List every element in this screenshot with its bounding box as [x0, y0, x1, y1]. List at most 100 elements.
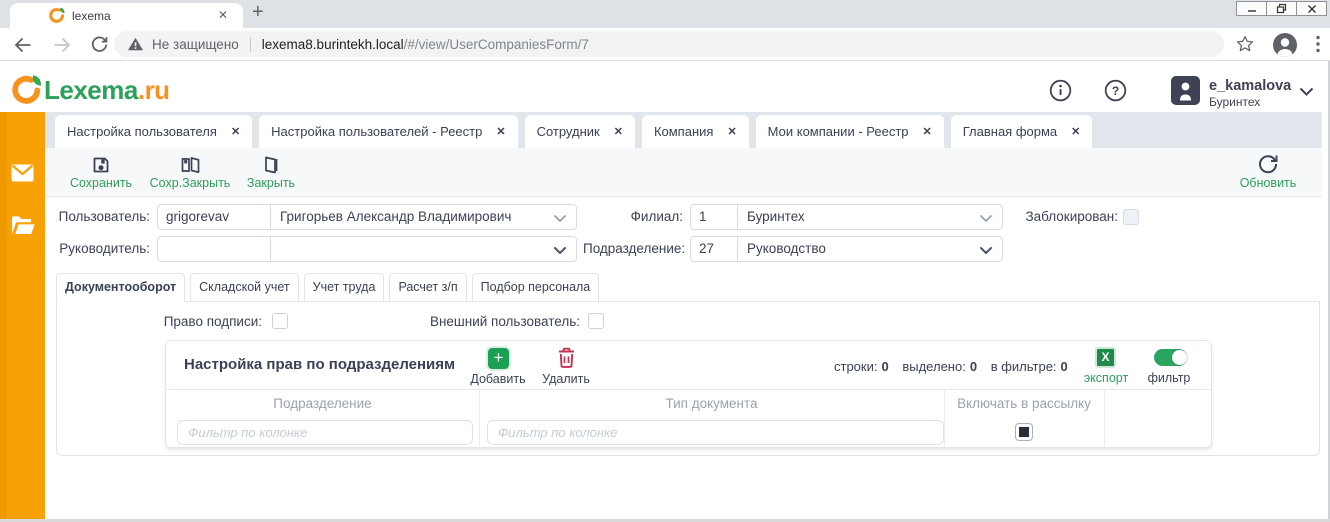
manager-field-group[interactable] [157, 236, 577, 262]
tab-close-icon[interactable]: ✕ [614, 125, 623, 138]
form-toolbar: Сохранить Сохр.Закрыть Закрыть Обновить [45, 148, 1322, 197]
restore-button[interactable] [1266, 1, 1297, 16]
blocked-label: Заблокирован: [1020, 204, 1118, 230]
department-label: Подразделение: [583, 236, 683, 262]
app-tab-strip: Настройка пользователя✕ Настройка пользо… [45, 112, 1322, 148]
url-divider [250, 37, 251, 52]
back-icon[interactable] [13, 36, 33, 54]
browser-menu-icon[interactable] [1315, 35, 1321, 53]
security-label: Не защищено [152, 37, 239, 52]
save-close-icon [145, 153, 235, 175]
grid-title: Настройка прав по подразделениям [184, 341, 455, 389]
main-area: Настройка пользователя✕ Настройка пользо… [45, 112, 1322, 522]
browser-tab-strip: lexema ✕ + [0, 0, 1330, 28]
username[interactable]: e_kamalova [1209, 78, 1291, 94]
user-login-input[interactable]: grigorevav [158, 205, 271, 229]
user-menu-chevron-icon[interactable] [1299, 87, 1314, 96]
tab-close-icon[interactable]: ✕ [923, 125, 932, 138]
user-field-group[interactable]: grigorevav Григорьев Александр Владимиро… [157, 204, 577, 230]
close-button[interactable]: Закрыть [236, 153, 306, 190]
excel-export-icon[interactable]: X [1095, 347, 1116, 368]
browser-tab[interactable]: lexema ✕ [10, 3, 243, 28]
user-label: Пользователь: [45, 204, 150, 230]
departments-rights-grid: Настройка прав по подразделениям + Добав… [165, 340, 1212, 448]
tab-close-icon[interactable]: ✕ [727, 125, 736, 138]
forward-icon[interactable] [52, 36, 72, 54]
tab-users-registry[interactable]: Настройка пользователей - Реестр✕ [259, 115, 517, 148]
tab-close-icon[interactable]: ✕ [496, 125, 505, 138]
mail-icon[interactable] [11, 164, 34, 183]
subtab-docflow[interactable]: Документооборот [56, 273, 185, 302]
save-button[interactable]: Сохранить [61, 153, 141, 190]
bookmark-star-icon[interactable] [1236, 35, 1254, 53]
department-name-select[interactable]: Руководство [738, 237, 1002, 261]
app-header: Lexema.ru ? e_kamalova Буринтех [0, 61, 1330, 112]
browser-tab-title: lexema [72, 9, 111, 23]
minimize-button[interactable] [1236, 1, 1267, 16]
manager-login-input[interactable] [158, 237, 271, 261]
column-header-doctype[interactable]: Тип документа [479, 396, 944, 411]
subtab-labor[interactable]: Учет труда [304, 273, 385, 302]
not-secure-icon [127, 36, 144, 52]
chevron-down-icon[interactable] [980, 247, 992, 254]
filter-label: фильтр [1129, 371, 1209, 385]
tab-close-icon[interactable]: ✕ [231, 125, 240, 138]
filter-input-doctype[interactable] [487, 420, 944, 445]
subtab-strip: Документооборот Складской учет Учет труд… [56, 273, 604, 302]
url-path: /#/view/UserCompaniesForm/7 [404, 37, 589, 52]
delete-row-label[interactable]: Удалить [526, 372, 606, 386]
chevron-down-icon[interactable] [554, 215, 566, 222]
reload-icon[interactable] [90, 35, 109, 54]
chevron-down-icon[interactable] [980, 215, 992, 222]
help-icon[interactable]: ? [1104, 79, 1127, 102]
tab-employee[interactable]: Сотрудник✕ [525, 115, 635, 148]
url-field[interactable]: Не защищено lexema8.burintekh.local/#/vi… [114, 31, 1224, 57]
tab-company[interactable]: Компания✕ [642, 115, 749, 148]
delete-row-icon[interactable] [557, 347, 576, 369]
subtab-recruiting[interactable]: Подбор персонала [472, 273, 600, 302]
save-close-button[interactable]: Сохр.Закрыть [145, 153, 235, 190]
external-user-checkbox[interactable] [588, 313, 604, 329]
department-code-input[interactable]: 27 [691, 237, 738, 261]
column-header-mailing[interactable]: Включать в рассылку [944, 396, 1104, 411]
filter-input-department[interactable] [177, 420, 473, 445]
manager-fullname-select[interactable] [271, 237, 576, 261]
branch-field-group[interactable]: 1 Буринтех [690, 204, 1003, 230]
refresh-icon [1228, 153, 1308, 175]
lexema-logo[interactable]: Lexema.ru [10, 74, 170, 106]
tab-main-form[interactable]: Главная форма✕ [951, 115, 1093, 148]
filter-toggle[interactable] [1154, 349, 1187, 366]
column-header-department[interactable]: Подразделение [166, 396, 479, 411]
tab-user-settings[interactable]: Настройка пользователя✕ [55, 115, 252, 148]
refresh-button[interactable]: Обновить [1228, 153, 1308, 190]
mailing-checkbox[interactable] [1015, 423, 1033, 441]
blocked-checkbox[interactable] [1123, 209, 1139, 225]
manager-label: Руководитель: [45, 236, 150, 262]
browser-profile-icon[interactable] [1272, 32, 1298, 58]
branch-label: Филиал: [583, 204, 683, 230]
info-icon[interactable] [1049, 79, 1072, 102]
chevron-down-icon[interactable] [554, 247, 566, 254]
logo-wordmark: Lexema.ru [44, 75, 170, 106]
branch-code-input[interactable]: 1 [691, 205, 738, 229]
grid-counters: строки:0 выделено:0 в фильтре:0 [834, 359, 1068, 374]
sign-right-checkbox[interactable] [272, 313, 288, 329]
close-window-button[interactable] [1296, 1, 1327, 16]
tab-close-icon[interactable]: ✕ [1071, 125, 1080, 138]
form-content: Пользователь: grigorevav Григорьев Алекс… [45, 197, 1322, 521]
branch-name-select[interactable]: Буринтех [738, 205, 1002, 229]
browser-tab-close-icon[interactable]: ✕ [218, 8, 228, 22]
subtab-warehouse[interactable]: Складской учет [190, 273, 298, 302]
add-row-icon[interactable]: + [488, 348, 509, 369]
folder-icon[interactable] [11, 215, 35, 235]
filter-toggle-knob [1172, 350, 1187, 365]
new-tab-button[interactable]: + [252, 1, 264, 24]
user-fullname-select[interactable]: Григорьев Александр Владимирович [271, 205, 576, 229]
lexema-favicon [48, 7, 65, 24]
department-field-group[interactable]: 27 Руководство [690, 236, 1003, 262]
sidebar [0, 112, 45, 522]
subtab-payroll[interactable]: Расчет з/п [389, 273, 466, 302]
user-avatar[interactable] [1171, 76, 1200, 105]
external-user-label: Внешний пользователь: [425, 313, 580, 331]
tab-my-companies[interactable]: Мои компании - Реестр✕ [756, 115, 944, 148]
